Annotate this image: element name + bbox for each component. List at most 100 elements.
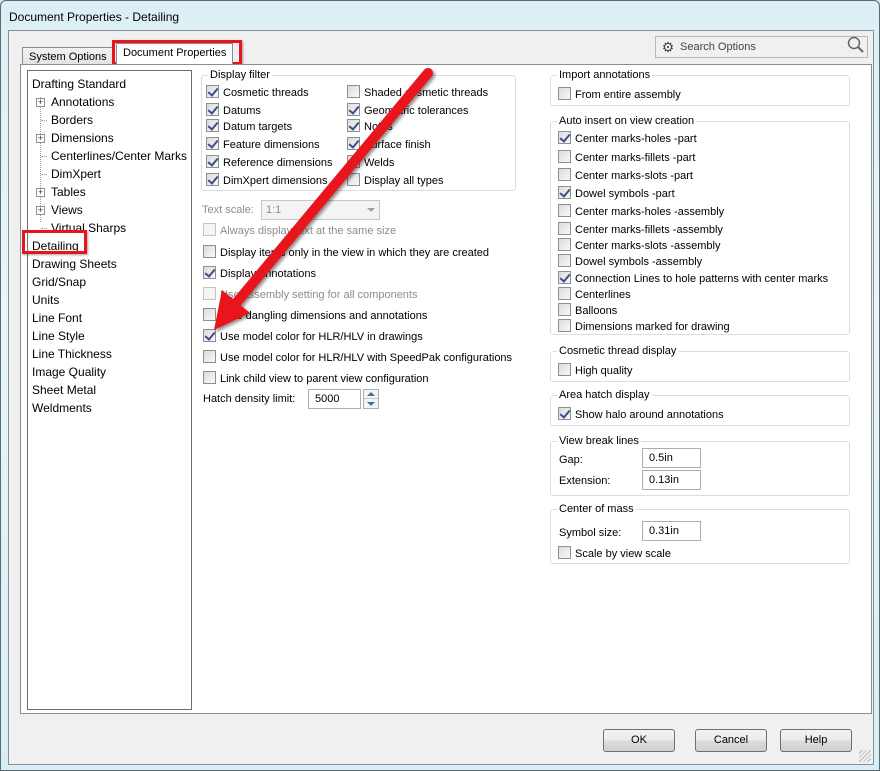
checkbox-balloons[interactable]: Balloons [558,303,617,319]
extension-input[interactable]: 0.13in [642,470,701,490]
checkbox-shaded-cosmetic-threads[interactable]: Shaded cosmetic threads [347,85,488,101]
checkbox-icon[interactable] [558,271,571,284]
gap-input[interactable]: 0.5in [642,448,701,468]
checkbox-icon[interactable] [558,168,571,181]
checkbox-surface-finish[interactable]: Surface finish [347,137,431,153]
checkbox-high-quality[interactable]: High quality [558,363,632,379]
checkbox-reference-dimensions[interactable]: Reference dimensions [206,155,332,171]
checkbox-dowel-symbols-assembly[interactable]: Dowel symbols -assembly [558,254,702,270]
tree-item-grid-snap[interactable]: Grid/Snap [32,273,86,291]
checkbox-icon[interactable] [203,287,216,300]
tree-item-weldments[interactable]: Weldments [32,399,92,417]
checkbox-center-marks-slots-part[interactable]: Center marks-slots -part [558,168,693,184]
hatch-density-spinner[interactable] [363,389,379,409]
tree-item-detailing[interactable]: Detailing [32,237,79,255]
checkbox-icon[interactable] [206,173,219,186]
search-icon[interactable] [845,36,867,58]
checkbox-icon[interactable] [203,371,216,384]
checkbox-datums[interactable]: Datums [206,103,261,119]
checkbox-center-marks-holes-part[interactable]: Center marks-holes -part [558,131,697,147]
checkbox-icon[interactable] [558,238,571,251]
checkbox-cosmetic-threads[interactable]: Cosmetic threads [206,85,309,101]
expand-icon[interactable]: + [36,188,45,197]
symbol-size-input[interactable]: 0.31in [642,521,701,541]
checkbox-dowel-symbols-part[interactable]: Dowel symbols -part [558,186,675,202]
checkbox-hide-dangling[interactable]: Hide dangling dimensions and annotations [203,308,427,324]
spinner-down-icon[interactable] [364,399,378,408]
checkbox-display-annotations[interactable]: Display annotations [203,266,316,282]
checkbox-show-halo[interactable]: Show halo around annotations [558,407,724,423]
tree-item-borders[interactable]: Borders [51,111,93,129]
checkbox-icon[interactable] [347,137,360,150]
search-input[interactable]: Search Options [680,41,845,53]
checkbox-icon[interactable] [558,546,571,559]
tree-item-sheet-metal[interactable]: Sheet Metal [32,381,96,399]
cancel-button[interactable]: Cancel [695,729,767,752]
checkbox-icon[interactable] [347,119,360,132]
checkbox-icon[interactable] [203,329,216,342]
checkbox-dimensions-marked[interactable]: Dimensions marked for drawing [558,319,730,335]
tree-item-image-quality[interactable]: Image Quality [32,363,106,381]
tree-item-views[interactable]: Views [51,201,83,219]
checkbox-icon[interactable] [206,155,219,168]
tree-item-drafting-standard[interactable]: Drafting Standard [32,75,126,93]
checkbox-notes[interactable]: Notes [347,119,393,135]
checkbox-center-marks-fillets-assembly[interactable]: Center marks-fillets -assembly [558,222,723,238]
help-button[interactable]: Help [780,729,852,752]
checkbox-connection-lines[interactable]: Connection Lines to hole patterns with c… [558,271,828,287]
checkbox-dimxpert-dimensions[interactable]: DimXpert dimensions [206,173,328,189]
checkbox-center-marks-holes-assembly[interactable]: Center marks-holes -assembly [558,204,724,220]
tree-item-centerlines[interactable]: Centerlines/Center Marks [51,147,187,165]
tree-item-line-style[interactable]: Line Style [32,327,85,345]
checkbox-icon[interactable] [203,223,216,236]
tree-item-dimensions[interactable]: Dimensions [51,129,114,147]
checkbox-display-items-only-in-view[interactable]: Display items only in the view in which … [203,245,489,261]
checkbox-icon[interactable] [347,85,360,98]
expand-icon[interactable]: + [36,98,45,107]
checkbox-icon[interactable] [203,266,216,279]
checkbox-icon[interactable] [558,150,571,163]
checkbox-icon[interactable] [558,186,571,199]
checkbox-scale-by-view-scale[interactable]: Scale by view scale [558,546,671,562]
checkbox-center-marks-fillets-part[interactable]: Center marks-fillets -part [558,150,695,166]
checkbox-from-entire-assembly[interactable]: From entire assembly [558,87,681,103]
ok-button[interactable]: OK [603,729,675,752]
text-scale-select[interactable]: 1:1 [261,200,380,220]
tree-item-virtual-sharps[interactable]: Virtual Sharps [51,219,126,237]
checkbox-center-marks-slots-assembly[interactable]: Center marks-slots -assembly [558,238,720,254]
checkbox-icon[interactable] [203,245,216,258]
checkbox-centerlines[interactable]: Centerlines [558,287,631,303]
checkbox-icon[interactable] [206,119,219,132]
checkbox-icon[interactable] [347,155,360,168]
search-options-field[interactable]: ⚙ Search Options [655,36,868,58]
checkbox-icon[interactable] [558,204,571,217]
checkbox-icon[interactable] [203,308,216,321]
tree-item-line-thickness[interactable]: Line Thickness [32,345,112,363]
options-tree[interactable]: Drafting Standard + Annotations Borders … [27,70,192,710]
tree-item-units[interactable]: Units [32,291,59,309]
checkbox-display-all-types[interactable]: Display all types [347,173,443,189]
checkbox-model-color-speedpak[interactable]: Use model color for HLR/HLV with SpeedPa… [203,350,512,366]
checkbox-model-color-hlr[interactable]: Use model color for HLR/HLV in drawings [203,329,423,345]
checkbox-icon[interactable] [206,137,219,150]
tree-item-dimxpert[interactable]: DimXpert [51,165,101,183]
checkbox-link-child-view[interactable]: Link child view to parent view configura… [203,371,429,387]
checkbox-icon[interactable] [558,131,571,144]
checkbox-icon[interactable] [347,173,360,186]
expand-icon[interactable]: + [36,206,45,215]
checkbox-icon[interactable] [558,87,571,100]
checkbox-icon[interactable] [206,85,219,98]
checkbox-icon[interactable] [558,319,571,332]
checkbox-icon[interactable] [558,303,571,316]
tree-item-line-font[interactable]: Line Font [32,309,82,327]
hatch-density-input[interactable]: 5000 [308,389,361,409]
checkbox-use-assembly-setting[interactable]: Use assembly setting for all components [203,287,417,303]
checkbox-icon[interactable] [347,103,360,116]
checkbox-icon[interactable] [558,407,571,420]
checkbox-welds[interactable]: Welds [347,155,394,171]
checkbox-icon[interactable] [558,287,571,300]
checkbox-feature-dimensions[interactable]: Feature dimensions [206,137,320,153]
tree-item-annotations[interactable]: Annotations [51,93,114,111]
expand-icon[interactable]: + [36,134,45,143]
tab-system-options[interactable]: System Options [22,47,114,64]
